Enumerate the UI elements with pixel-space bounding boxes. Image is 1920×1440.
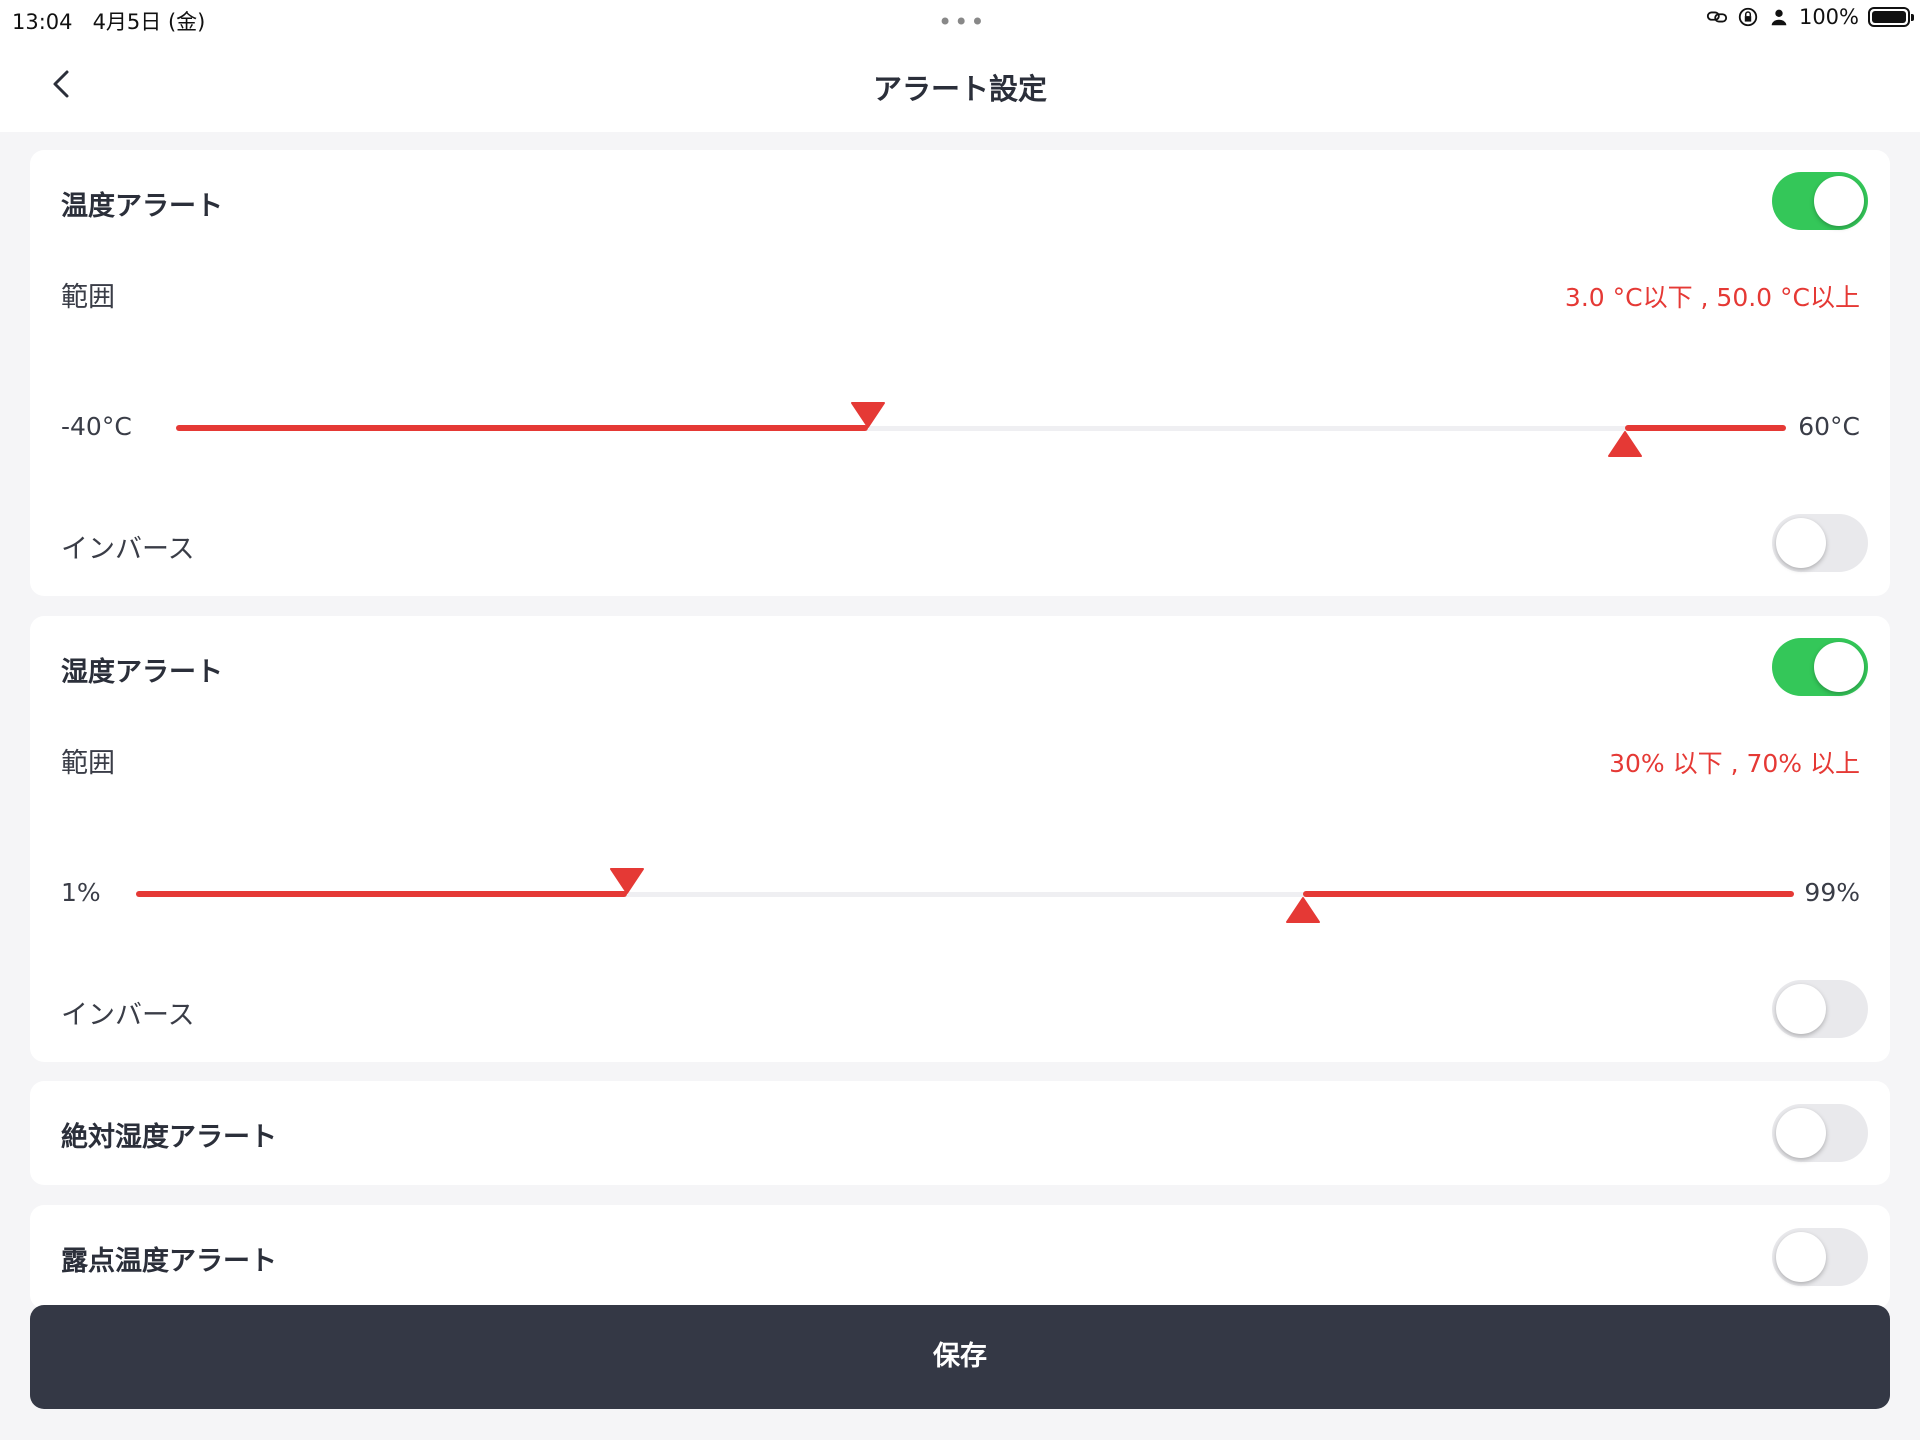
- status-clock: 13:04: [12, 10, 73, 34]
- status-bar: 13:04 4月5日 (金) ••• 100%: [0, 0, 1920, 38]
- slider-low-fill: [136, 891, 627, 897]
- temperature-inverse-label: インバース: [61, 534, 195, 565]
- toggle-knob: [1776, 1108, 1826, 1158]
- slider-high-thumb[interactable]: [1607, 430, 1643, 458]
- slider-high-fill: [1625, 425, 1786, 431]
- dew-point-alert-toggle[interactable]: [1772, 1228, 1868, 1286]
- dew-point-alert-title: 露点温度アラート: [61, 1246, 277, 1277]
- dew-point-alert-card: 露点温度アラート: [30, 1205, 1890, 1309]
- humidity-max-label: 99%: [1804, 878, 1860, 907]
- status-right: 100%: [1706, 5, 1914, 29]
- multitask-dots-icon[interactable]: •••: [938, 8, 986, 36]
- slider-low-thumb[interactable]: [609, 867, 645, 895]
- humidity-alert-toggle[interactable]: [1772, 638, 1868, 696]
- link-icon: [1706, 11, 1728, 23]
- slider-low-thumb[interactable]: [850, 401, 886, 429]
- slider-high-thumb[interactable]: [1285, 896, 1321, 924]
- humidity-alert-card: 湿度アラート 範囲 30% 以下 , 70% 以上 1% 99% インバース: [30, 616, 1890, 1062]
- absolute-humidity-alert-toggle[interactable]: [1772, 1104, 1868, 1162]
- temperature-range-label: 範囲: [61, 282, 115, 313]
- absolute-humidity-alert-card: 絶対湿度アラート: [30, 1081, 1890, 1185]
- humidity-inverse-toggle[interactable]: [1772, 980, 1868, 1038]
- slider-low-fill: [176, 425, 869, 431]
- temperature-min-label: -40°C: [61, 412, 132, 441]
- humidity-alert-title: 湿度アラート: [61, 657, 223, 688]
- rotation-lock-icon: [1738, 7, 1758, 27]
- humidity-range-value: 30% 以下 , 70% 以上: [1609, 749, 1860, 778]
- toggle-knob: [1776, 518, 1826, 568]
- battery-percent: 100%: [1798, 5, 1859, 29]
- toggle-knob: [1814, 176, 1864, 226]
- humidity-inverse-label: インバース: [61, 1000, 195, 1031]
- status-time: 13:04 4月5日 (金): [12, 6, 205, 36]
- page-title: アラート設定: [872, 72, 1047, 106]
- slider-high-fill: [1303, 891, 1794, 897]
- temperature-inverse-toggle[interactable]: [1772, 514, 1868, 572]
- absolute-humidity-alert-title: 絶対湿度アラート: [61, 1122, 277, 1153]
- temperature-max-label: 60°C: [1798, 412, 1860, 441]
- temperature-range-value: 3.0 °C以下 , 50.0 °C以上: [1564, 283, 1860, 312]
- save-button[interactable]: 保存: [30, 1305, 1890, 1409]
- temperature-alert-card: 温度アラート 範囲 3.0 °C以下 , 50.0 °C以上 -40°C 60°…: [30, 150, 1890, 596]
- toggle-knob: [1776, 984, 1826, 1034]
- toggle-knob: [1776, 1232, 1826, 1282]
- temperature-range-slider[interactable]: [176, 399, 1786, 459]
- humidity-range-label: 範囲: [61, 748, 115, 779]
- humidity-range-slider[interactable]: [136, 865, 1794, 925]
- temperature-alert-toggle[interactable]: [1772, 172, 1868, 230]
- battery-icon: [1868, 7, 1914, 27]
- toggle-knob: [1814, 642, 1864, 692]
- nav-bar: アラート設定: [0, 38, 1920, 132]
- person-icon: [1771, 9, 1787, 26]
- temperature-alert-title: 温度アラート: [61, 191, 223, 222]
- status-date: 4月5日 (金): [92, 10, 206, 34]
- humidity-min-label: 1%: [61, 878, 101, 907]
